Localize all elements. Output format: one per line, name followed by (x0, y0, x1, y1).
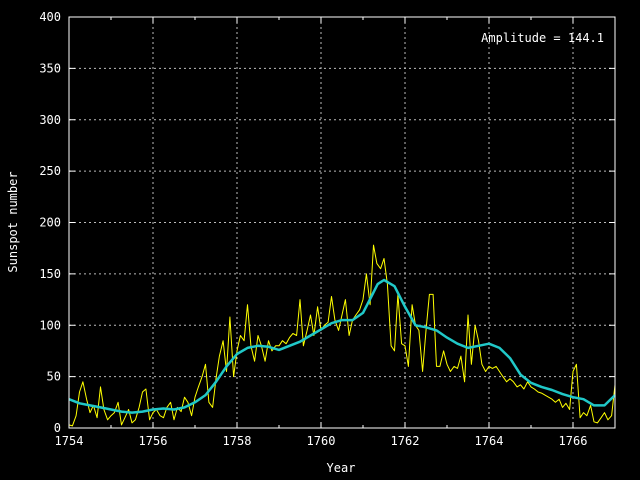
y-axis-label: Sunspot number (6, 171, 20, 272)
y-tick-label: 200 (39, 216, 61, 230)
y-tick-label: 250 (39, 164, 61, 178)
y-tick-label: 350 (39, 61, 61, 75)
y-tick-label: 0 (54, 421, 61, 435)
amplitude-annotation: Amplitude = 144.1 (481, 31, 604, 45)
x-tick-label: 1756 (139, 434, 168, 448)
y-tick-label: 50 (47, 370, 61, 384)
x-tick-label: 1760 (307, 434, 336, 448)
y-tick-label: 400 (39, 10, 61, 24)
x-axis-label: Year (327, 461, 356, 475)
x-tick-label: 1766 (559, 434, 588, 448)
x-tick-label: 1758 (223, 434, 252, 448)
sunspot-chart: 1754 1756 1758 1760 1762 1764 1766 0 50 100 150 200… (0, 0, 640, 480)
y-tick-label: 100 (39, 318, 61, 332)
chart-background (0, 0, 640, 480)
x-tick-label: 1762 (391, 434, 420, 448)
y-tick-label: 150 (39, 267, 61, 281)
y-tick-label: 300 (39, 113, 61, 127)
x-tick-label: 1754 (55, 434, 84, 448)
x-tick-label: 1764 (475, 434, 504, 448)
